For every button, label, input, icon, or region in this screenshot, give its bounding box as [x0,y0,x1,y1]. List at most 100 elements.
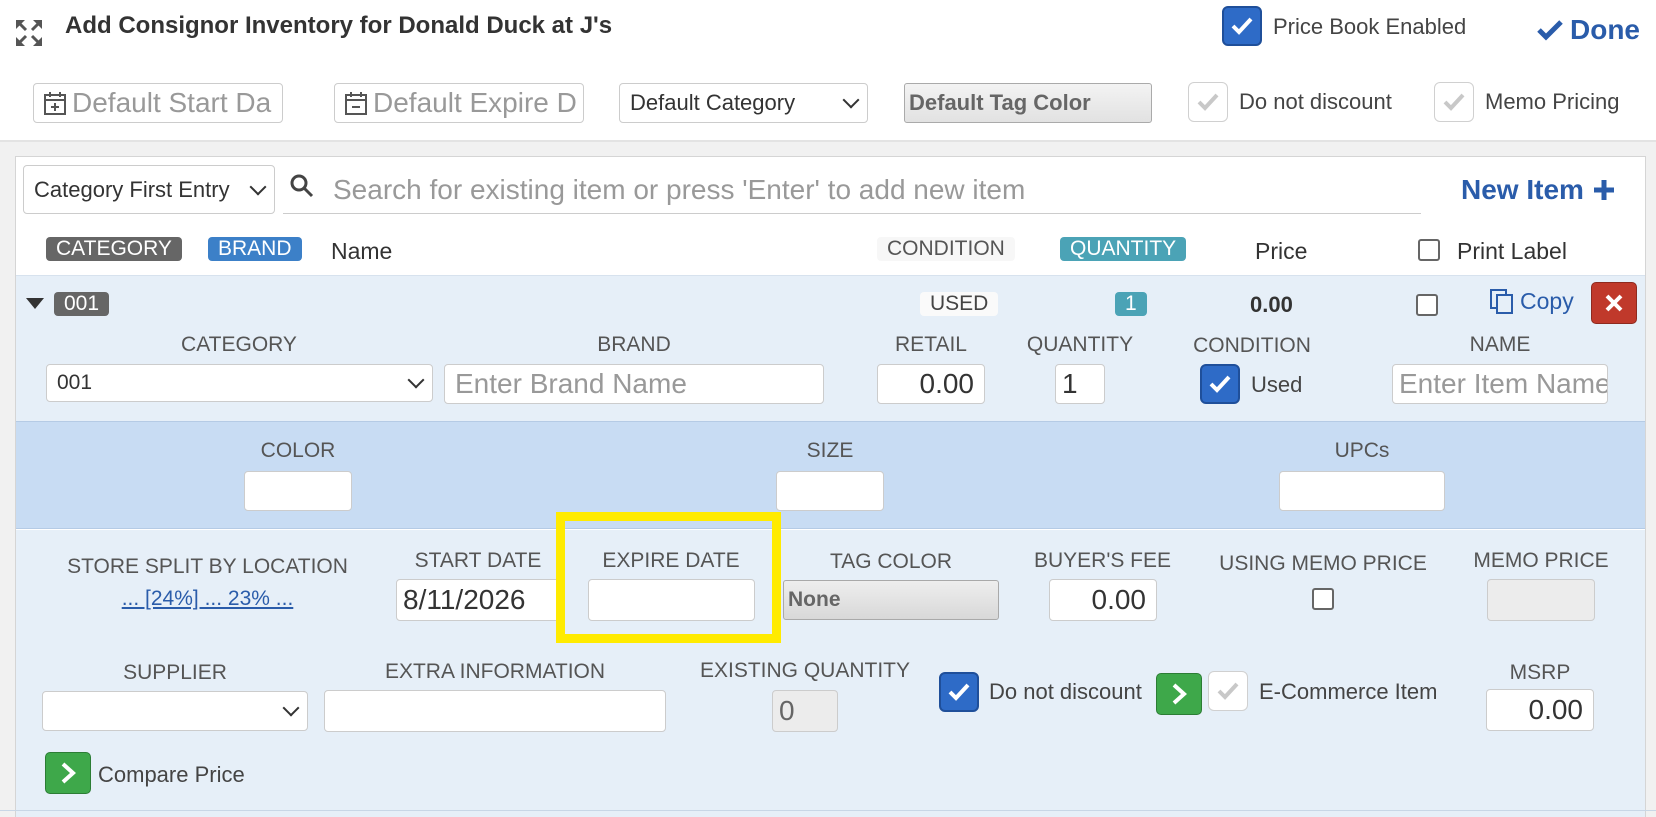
tag-color-value: None [788,588,841,611]
item-quantity-badge: 1 [1115,292,1147,316]
category-value: 001 [57,371,93,394]
item-name-input[interactable]: Enter Item Name [1392,364,1608,404]
expire-date-highlight [556,512,781,643]
do-not-discount-expand-button[interactable] [1156,673,1202,715]
existing-quantity-label: EXISTING QUANTITY [699,659,911,682]
quantity-label: QUANTITY [1026,333,1134,356]
default-do-not-discount-label: Do not discount [1239,89,1392,114]
entry-mode-select[interactable]: Category First Entry [23,165,275,214]
store-split-label: STORE SPLIT BY LOCATION [67,555,348,578]
close-icon [1605,294,1623,312]
caret-down-icon[interactable] [26,298,44,310]
chevron-right-icon [1172,683,1187,705]
retail-input[interactable]: 0.00 [877,364,985,404]
buyers-fee-label: BUYER'S FEE [1033,549,1172,572]
calendar-plus-icon [44,92,66,115]
buyers-fee-input[interactable]: 0.00 [1049,579,1157,621]
brand-label: BRAND [597,333,671,356]
chevron-down-icon [282,699,300,717]
item-search-placeholder: Search for existing item or press 'Enter… [333,173,1026,205]
price-book-checkbox[interactable] [1222,6,1262,46]
color-input[interactable] [244,471,352,511]
start-date-input[interactable]: 8/11/2026 [396,579,562,621]
quantity-value: 1 [1062,368,1078,399]
expire-date-label: EXPIRE DATE [602,549,740,572]
item-category-badge: 001 [54,292,110,316]
condition-used-checkbox[interactable] [1200,364,1240,404]
copy-icon [1490,288,1513,314]
using-memo-price-checkbox[interactable] [1312,588,1334,610]
do-not-discount-checkbox[interactable] [939,672,979,712]
check-icon [1537,20,1563,41]
item-name-placeholder: Enter Item Name [1399,368,1608,399]
default-tag-color-button[interactable]: Default Tag Color [904,83,1152,123]
condition-column-badge[interactable]: CONDITION [877,237,1015,261]
chevron-down-icon [842,91,860,109]
color-label: COLOR [260,439,336,462]
category-column-badge[interactable]: CATEGORY [46,237,182,261]
done-button[interactable]: Done [1536,12,1640,48]
entry-mode-value: Category First Entry [34,176,230,202]
condition-label: CONDITION [1193,334,1311,357]
price-column-label[interactable]: Price [1255,238,1307,265]
default-start-date-input[interactable]: Default Start Da [33,83,283,123]
brand-column-badge[interactable]: BRAND [208,237,302,261]
supplier-label: SUPPLIER [123,661,227,684]
memo-price-label: MEMO PRICE [1473,549,1609,572]
memo-pricing-checkbox[interactable] [1434,82,1474,122]
msrp-input[interactable]: 0.00 [1486,689,1594,731]
start-date-label: START DATE [414,549,542,572]
upcs-input[interactable] [1279,471,1445,511]
memo-price-input [1487,579,1595,621]
quantity-input[interactable]: 1 [1055,364,1105,404]
buyers-fee-value: 0.00 [1091,584,1147,615]
page-title: Add Consignor Inventory for Donald Duck … [65,12,613,39]
copy-label: Copy [1520,288,1574,314]
brand-input[interactable]: Enter Brand Name [444,364,824,404]
category-select[interactable]: 001 [46,364,433,402]
calendar-minus-icon [345,92,367,115]
condition-used-label: Used [1251,372,1303,397]
default-do-not-discount-checkbox[interactable] [1188,82,1228,122]
item-price: 0.00 [1250,292,1293,317]
extra-information-input[interactable] [324,690,666,732]
name-column-label[interactable]: Name [331,238,392,265]
chevron-down-icon [249,178,267,195]
tag-color-button[interactable]: None [783,580,999,620]
msrp-value: 0.00 [1528,694,1584,725]
using-memo-price-label: USING MEMO PRICE [1219,552,1427,575]
compare-price-button[interactable] [45,752,91,794]
item-print-checkbox[interactable] [1416,294,1438,316]
extra-information-label: EXTRA INFORMATION [384,660,606,683]
panel-bottom-divider [0,810,1656,811]
done-label: Done [1570,14,1640,45]
ecommerce-item-checkbox[interactable] [1208,671,1248,711]
default-category-select[interactable]: Default Category [619,83,868,123]
existing-quantity-input: 0 [772,690,838,732]
new-item-label: New Item [1461,174,1584,205]
copy-button[interactable]: Copy [1490,288,1574,315]
delete-item-button[interactable] [1591,282,1637,324]
tag-color-label: TAG COLOR [829,550,953,573]
quantity-column-badge[interactable]: QUANTITY [1060,237,1187,261]
supplier-select[interactable] [42,691,308,731]
plus-icon [1593,180,1614,200]
start-date-value: 8/11/2026 [403,584,526,615]
expire-date-input[interactable] [588,579,755,621]
memo-pricing-label: Memo Pricing [1485,89,1620,114]
size-input[interactable] [776,471,884,511]
upcs-label: UPCs [1334,439,1390,462]
print-label-text: Print Label [1457,238,1567,264]
print-label-checkbox[interactable] [1418,239,1440,261]
expand-icon[interactable] [14,18,44,48]
default-category-value: Default Category [630,90,796,115]
name-label: NAME [1469,333,1531,356]
chevron-down-icon [407,371,425,389]
new-item-button[interactable]: New Item [1461,172,1616,208]
default-tag-color-label: Default Tag Color [909,90,1091,115]
default-expire-date-input[interactable]: Default Expire D [334,83,584,123]
store-split-link[interactable]: ... [24%] ... 23% ... [40,587,375,611]
retail-value: 0.00 [919,368,975,399]
do-not-discount-label: Do not discount [989,679,1142,704]
item-search-input[interactable]: Search for existing item or press 'Enter… [283,166,1421,214]
